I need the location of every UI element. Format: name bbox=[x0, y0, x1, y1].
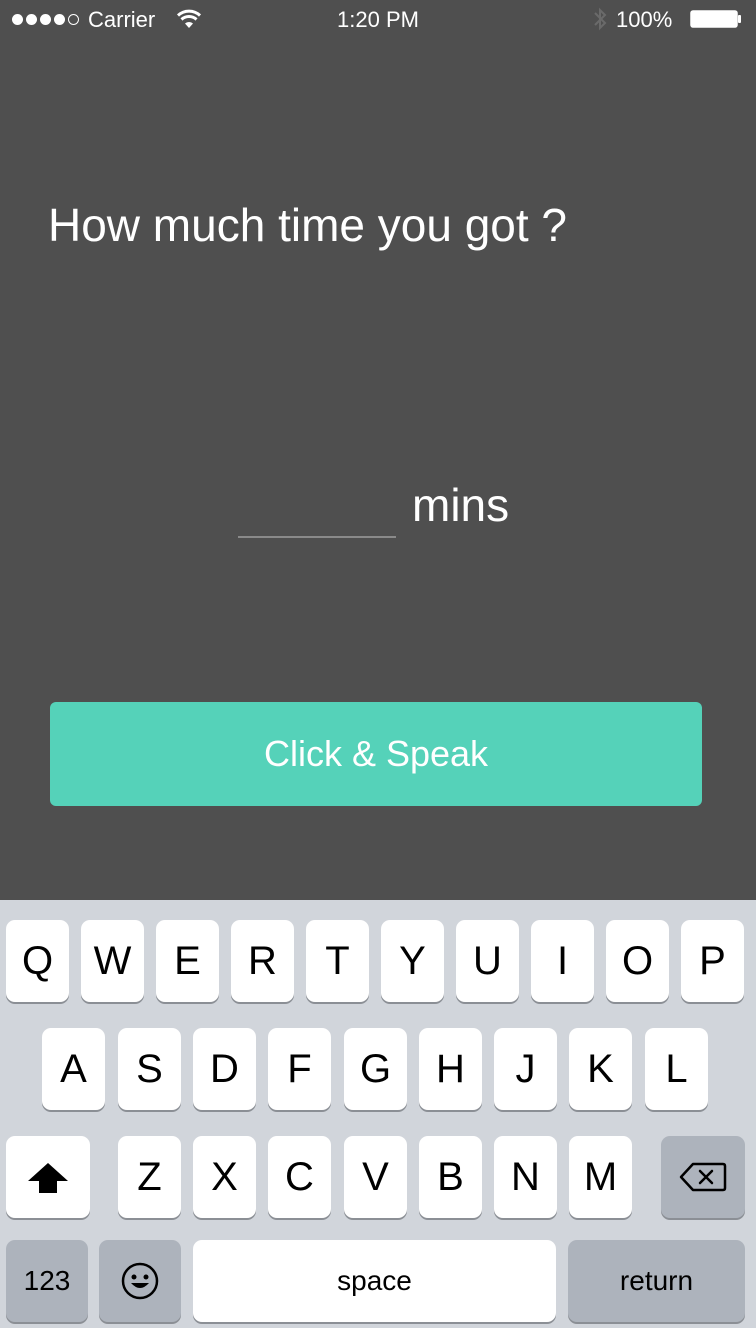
key-e[interactable]: E bbox=[156, 920, 219, 1002]
click-and-speak-button[interactable]: Click & Speak bbox=[50, 702, 702, 806]
key-h[interactable]: H bbox=[419, 1028, 482, 1110]
battery-icon bbox=[690, 10, 741, 28]
status-bar: Carrier 1:20 PM 100% bbox=[0, 0, 756, 40]
key-p[interactable]: P bbox=[681, 920, 744, 1002]
minutes-input[interactable] bbox=[238, 478, 396, 538]
key-z[interactable]: Z bbox=[118, 1136, 181, 1218]
keyboard-row-1: Q W E R T Y U I O P bbox=[0, 920, 756, 1004]
key-o[interactable]: O bbox=[606, 920, 669, 1002]
key-k[interactable]: K bbox=[569, 1028, 632, 1110]
question-heading: How much time you got ? bbox=[48, 199, 568, 251]
key-n[interactable]: N bbox=[494, 1136, 557, 1218]
key-y[interactable]: Y bbox=[381, 920, 444, 1002]
keyboard-row-4: 123 space return bbox=[0, 1240, 756, 1324]
numbers-key[interactable]: 123 bbox=[6, 1240, 88, 1322]
minutes-unit-label: mins bbox=[412, 479, 510, 531]
key-a[interactable]: A bbox=[42, 1028, 105, 1110]
key-t[interactable]: T bbox=[306, 920, 369, 1002]
key-w[interactable]: W bbox=[81, 920, 144, 1002]
key-x[interactable]: X bbox=[193, 1136, 256, 1218]
key-u[interactable]: U bbox=[456, 920, 519, 1002]
key-l[interactable]: L bbox=[645, 1028, 708, 1110]
emoji-key[interactable] bbox=[99, 1240, 181, 1322]
key-j[interactable]: J bbox=[494, 1028, 557, 1110]
key-s[interactable]: S bbox=[118, 1028, 181, 1110]
key-q[interactable]: Q bbox=[6, 920, 69, 1002]
key-b[interactable]: B bbox=[419, 1136, 482, 1218]
battery-percent: 100% bbox=[616, 7, 673, 32]
delete-key[interactable] bbox=[661, 1136, 745, 1218]
keyboard: Q W E R T Y U I O P A S D F G H J K L Z … bbox=[0, 900, 756, 1328]
key-d[interactable]: D bbox=[193, 1028, 256, 1110]
key-c[interactable]: C bbox=[268, 1136, 331, 1218]
screen: Carrier 1:20 PM 100% How much time you g… bbox=[0, 0, 756, 1328]
shift-arrow-icon bbox=[28, 1163, 68, 1193]
key-m[interactable]: M bbox=[569, 1136, 632, 1218]
keyboard-row-2: A S D F G H J K L bbox=[0, 1028, 756, 1112]
key-g[interactable]: G bbox=[344, 1028, 407, 1110]
space-key[interactable]: space bbox=[193, 1240, 556, 1322]
key-r[interactable]: R bbox=[231, 920, 294, 1002]
delete-backspace-icon bbox=[679, 1162, 727, 1192]
return-key[interactable]: return bbox=[568, 1240, 745, 1322]
keyboard-row-3: Z X C V B N M bbox=[0, 1136, 756, 1220]
key-i[interactable]: I bbox=[531, 920, 594, 1002]
key-f[interactable]: F bbox=[268, 1028, 331, 1110]
emoji-smiley-icon bbox=[121, 1262, 159, 1300]
key-v[interactable]: V bbox=[344, 1136, 407, 1218]
shift-key[interactable] bbox=[6, 1136, 90, 1218]
bluetooth-icon bbox=[594, 7, 607, 31]
